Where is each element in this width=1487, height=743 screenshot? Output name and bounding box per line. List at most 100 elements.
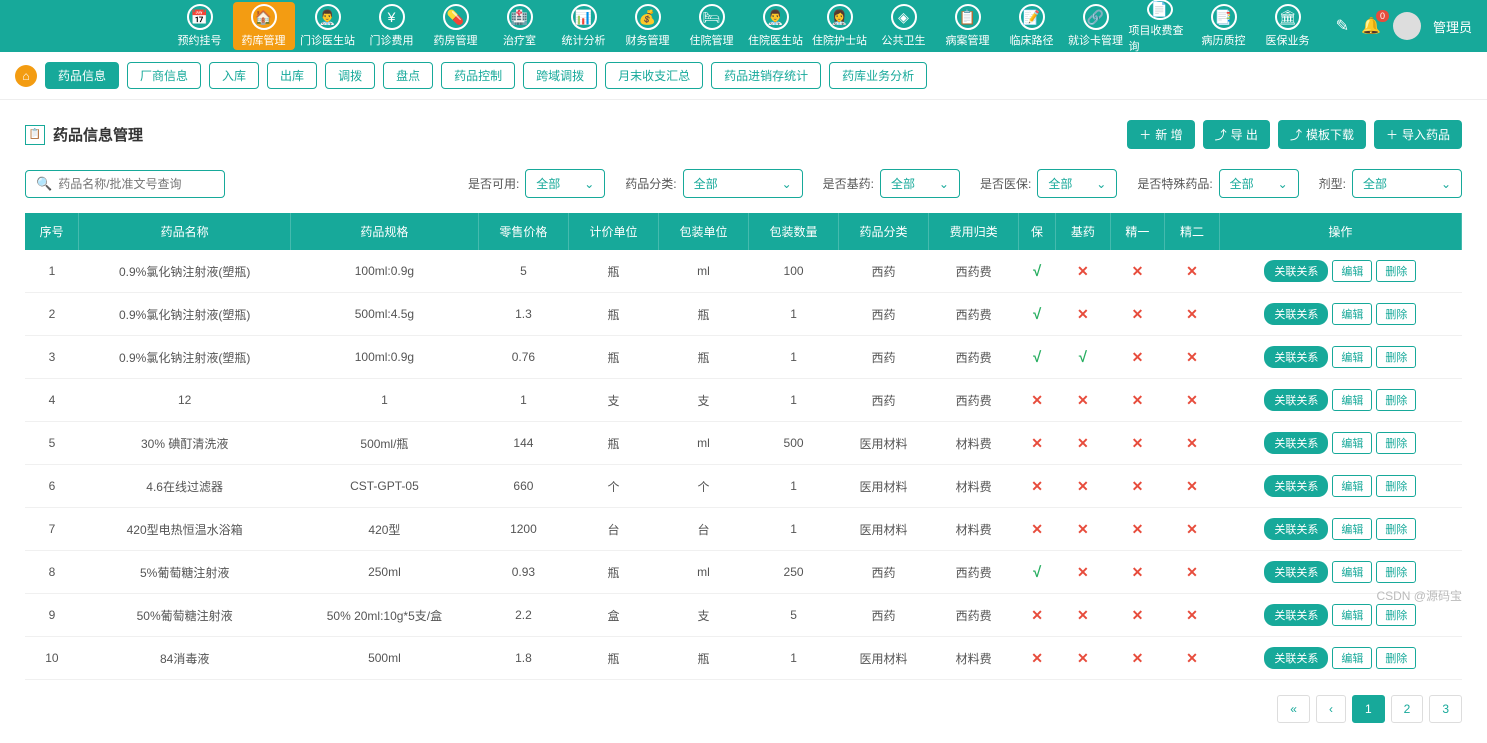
nav-item-临床路径[interactable]: 📝临床路径 bbox=[1001, 2, 1063, 50]
sub-tab-入库[interactable]: 入库 bbox=[209, 62, 259, 89]
import-button[interactable]: ＋ 导入药品 bbox=[1374, 120, 1462, 149]
nav-item-病案管理[interactable]: 📋病案管理 bbox=[937, 2, 999, 50]
filter-select[interactable]: 全部⌄ bbox=[525, 169, 605, 198]
nav-item-药房管理[interactable]: 💊药房管理 bbox=[425, 2, 487, 50]
delete-button[interactable]: 删除 bbox=[1376, 561, 1416, 583]
nav-label: 就诊卡管理 bbox=[1068, 32, 1123, 48]
cell-feecat: 西药费 bbox=[929, 379, 1019, 422]
sub-tab-药品信息[interactable]: 药品信息 bbox=[45, 62, 119, 89]
page-number[interactable]: 2 bbox=[1391, 695, 1424, 723]
nav-item-住院管理[interactable]: 🛏住院管理 bbox=[681, 2, 743, 50]
page-number[interactable]: 3 bbox=[1429, 695, 1462, 723]
bell-icon[interactable]: 🔔0 bbox=[1361, 16, 1381, 36]
sub-tab-药库业务分析[interactable]: 药库业务分析 bbox=[829, 62, 927, 89]
avatar[interactable] bbox=[1393, 12, 1421, 40]
cell-pkgqty: 1 bbox=[749, 508, 839, 551]
relate-button[interactable]: 关联关系 bbox=[1264, 260, 1328, 282]
sub-tab-调拨[interactable]: 调拨 bbox=[325, 62, 375, 89]
template-button[interactable]: ⤴ 模板下载 bbox=[1278, 120, 1366, 149]
nav-item-财务管理[interactable]: 💰财务管理 bbox=[617, 2, 679, 50]
nav-item-预约挂号[interactable]: 📅预约挂号 bbox=[169, 2, 231, 50]
nav-item-统计分析[interactable]: 📊统计分析 bbox=[553, 2, 615, 50]
nav-item-药库管理[interactable]: 🏠药库管理 bbox=[233, 2, 295, 50]
sub-tab-药品控制[interactable]: 药品控制 bbox=[441, 62, 515, 89]
nav-item-公共卫生[interactable]: ◈公共卫生 bbox=[873, 2, 935, 50]
nav-item-治疗室[interactable]: 🏥治疗室 bbox=[489, 2, 551, 50]
edit-button[interactable]: 编辑 bbox=[1332, 260, 1372, 282]
page-prev[interactable]: ‹ bbox=[1316, 695, 1346, 723]
edit-button[interactable]: 编辑 bbox=[1332, 604, 1372, 626]
search-box[interactable]: 🔍 bbox=[25, 170, 225, 198]
filter-select[interactable]: 全部⌄ bbox=[1037, 169, 1117, 198]
cell-cat: 西药 bbox=[839, 336, 929, 379]
sub-tab-盘点[interactable]: 盘点 bbox=[383, 62, 433, 89]
edit-button[interactable]: 编辑 bbox=[1332, 303, 1372, 325]
relate-button[interactable]: 关联关系 bbox=[1264, 561, 1328, 583]
relate-button[interactable]: 关联关系 bbox=[1264, 432, 1328, 454]
cell-unit: 瓶 bbox=[568, 637, 658, 680]
cell-j1: ✕ bbox=[1110, 250, 1165, 293]
edit-button[interactable]: 编辑 bbox=[1332, 389, 1372, 411]
filter-select[interactable]: 全部⌄ bbox=[1219, 169, 1299, 198]
edit-icon[interactable]: ✎ bbox=[1336, 16, 1349, 36]
export-button[interactable]: ⤴ 导 出 bbox=[1203, 120, 1270, 149]
edit-button[interactable]: 编辑 bbox=[1332, 647, 1372, 669]
relate-button[interactable]: 关联关系 bbox=[1264, 389, 1328, 411]
relate-button[interactable]: 关联关系 bbox=[1264, 303, 1328, 325]
page-first[interactable]: « bbox=[1277, 695, 1310, 723]
nav-item-住院护士站[interactable]: 👩‍⚕住院护士站 bbox=[809, 2, 871, 50]
delete-button[interactable]: 删除 bbox=[1376, 604, 1416, 626]
sub-tab-跨域调拨[interactable]: 跨域调拨 bbox=[523, 62, 597, 89]
add-button[interactable]: ＋ 新 增 bbox=[1127, 120, 1194, 149]
page-number[interactable]: 1 bbox=[1352, 695, 1385, 723]
nav-item-就诊卡管理[interactable]: 🔗就诊卡管理 bbox=[1065, 2, 1127, 50]
nav-item-项目收费查询[interactable]: 📄项目收费查询 bbox=[1129, 2, 1191, 50]
cross-icon: ✕ bbox=[1132, 435, 1144, 451]
filter-select[interactable]: 全部⌄ bbox=[880, 169, 960, 198]
edit-button[interactable]: 编辑 bbox=[1332, 561, 1372, 583]
nav-item-医保业务[interactable]: 🏛医保业务 bbox=[1257, 2, 1319, 50]
nav-item-门诊费用[interactable]: ¥门诊费用 bbox=[361, 2, 423, 50]
table-row: 10 84消毒液 500ml 1.8 瓶 瓶 1 医用材料 材料费 ✕ ✕ ✕ … bbox=[25, 637, 1462, 680]
nav-item-门诊医生站[interactable]: 👨‍⚕门诊医生站 bbox=[297, 2, 359, 50]
cell-feecat: 西药费 bbox=[929, 336, 1019, 379]
sub-tab-月末收支汇总[interactable]: 月末收支汇总 bbox=[605, 62, 703, 89]
delete-button[interactable]: 删除 bbox=[1376, 475, 1416, 497]
relate-button[interactable]: 关联关系 bbox=[1264, 518, 1328, 540]
edit-button[interactable]: 编辑 bbox=[1332, 518, 1372, 540]
delete-button[interactable]: 删除 bbox=[1376, 346, 1416, 368]
delete-button[interactable]: 删除 bbox=[1376, 303, 1416, 325]
delete-button[interactable]: 删除 bbox=[1376, 389, 1416, 411]
col-header: 操作 bbox=[1219, 213, 1461, 250]
cell-price: 0.76 bbox=[478, 336, 568, 379]
edit-button[interactable]: 编辑 bbox=[1332, 432, 1372, 454]
cell-feecat: 材料费 bbox=[929, 637, 1019, 680]
delete-button[interactable]: 删除 bbox=[1376, 432, 1416, 454]
cell-j2: ✕ bbox=[1165, 336, 1220, 379]
home-icon[interactable]: ⌂ bbox=[15, 65, 37, 87]
cell-price: 1 bbox=[478, 379, 568, 422]
edit-button[interactable]: 编辑 bbox=[1332, 475, 1372, 497]
cross-icon: ✕ bbox=[1031, 435, 1043, 451]
delete-button[interactable]: 删除 bbox=[1376, 260, 1416, 282]
sub-tab-药品进销存统计[interactable]: 药品进销存统计 bbox=[711, 62, 821, 89]
delete-button[interactable]: 删除 bbox=[1376, 647, 1416, 669]
search-input[interactable] bbox=[58, 177, 214, 191]
relate-button[interactable]: 关联关系 bbox=[1264, 346, 1328, 368]
sub-tab-出库[interactable]: 出库 bbox=[267, 62, 317, 89]
cell-pkgunit: 个 bbox=[658, 465, 748, 508]
relate-button[interactable]: 关联关系 bbox=[1264, 604, 1328, 626]
delete-button[interactable]: 删除 bbox=[1376, 518, 1416, 540]
cell-bao: ✕ bbox=[1019, 508, 1056, 551]
filter-select[interactable]: 全部⌄ bbox=[1352, 169, 1462, 198]
filter-select[interactable]: 全部⌄ bbox=[683, 169, 803, 198]
nav-label: 财务管理 bbox=[626, 32, 670, 48]
relate-button[interactable]: 关联关系 bbox=[1264, 647, 1328, 669]
nav-item-病历质控[interactable]: 📑病历质控 bbox=[1193, 2, 1255, 50]
relate-button[interactable]: 关联关系 bbox=[1264, 475, 1328, 497]
cell-pkgunit: 瓶 bbox=[658, 637, 748, 680]
edit-button[interactable]: 编辑 bbox=[1332, 346, 1372, 368]
nav-item-住院医生站[interactable]: 👨‍⚕住院医生站 bbox=[745, 2, 807, 50]
sub-tab-厂商信息[interactable]: 厂商信息 bbox=[127, 62, 201, 89]
cell-no: 7 bbox=[25, 508, 79, 551]
